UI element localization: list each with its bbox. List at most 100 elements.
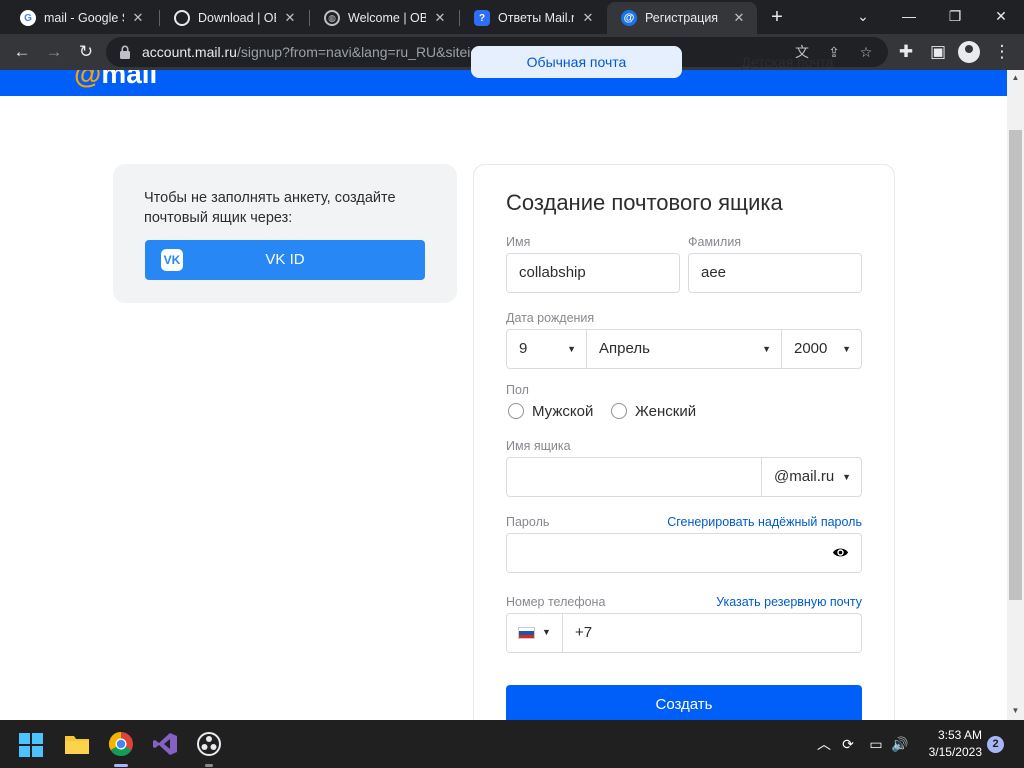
tab-title: Ответы Mail.ru [498, 11, 574, 25]
globe-icon: ◍ [324, 10, 340, 26]
vk-id-button-label: VK ID [265, 251, 305, 268]
scrollbar-thumb[interactable] [1009, 130, 1022, 600]
generate-password-link[interactable]: Сгенерировать надёжный пароль [667, 515, 862, 529]
close-icon[interactable]: ✕ [282, 10, 298, 26]
lock-icon [120, 45, 130, 59]
mailbox-input[interactable] [506, 457, 762, 497]
close-icon[interactable]: ✕ [432, 10, 448, 26]
russia-flag-icon[interactable] [518, 627, 535, 639]
mail-domain-select[interactable]: @mail.ru ▼ [761, 457, 862, 497]
profile-avatar[interactable] [958, 41, 980, 63]
vk-hint-text: Чтобы не заполнять анкету, создайте почт… [144, 190, 396, 226]
volume-icon[interactable]: 🔊 [890, 734, 910, 754]
tab-registration[interactable]: @ Регистрация ✕ [607, 2, 757, 34]
backup-email-link[interactable]: Указать резервную почту [716, 595, 862, 609]
birth-month-value: Апрель [599, 340, 650, 357]
logo-at: @ [74, 70, 102, 89]
new-tab-button[interactable]: + [764, 5, 790, 31]
google-icon: G [20, 10, 36, 26]
tab-search-icon[interactable]: ⌄ [840, 0, 886, 32]
tab-kids-mail[interactable]: Детская почта [682, 46, 893, 78]
scroll-down-arrow[interactable]: ▼ [1009, 705, 1022, 717]
caret-down-icon: ▼ [842, 344, 851, 354]
phone-divider [562, 613, 563, 653]
otvety-icon: ? [474, 10, 490, 26]
password-input[interactable] [506, 533, 862, 573]
create-button[interactable]: Создать [506, 685, 862, 720]
extensions-icon[interactable]: ✚ [892, 38, 920, 66]
chrome-icon[interactable] [108, 731, 134, 757]
phone-input[interactable]: +7 [506, 613, 862, 653]
network-icon[interactable]: ▭ [866, 734, 886, 754]
tab-obs-download[interactable]: Download | OBS ✕ [160, 2, 308, 34]
minimize-button[interactable]: — [886, 0, 932, 32]
last-name-label: Фамилия [688, 235, 742, 249]
tab-strip: G mail - Google Se ✕ Download | OBS ✕ ◍ … [0, 0, 1024, 34]
tab-google[interactable]: G mail - Google Se ✕ [6, 2, 156, 34]
mailru-at-icon: @ [621, 10, 637, 26]
visual-studio-icon[interactable] [152, 731, 178, 757]
windows-start-icon[interactable] [19, 733, 43, 757]
scroll-up-arrow[interactable]: ▲ [1009, 72, 1022, 84]
tab-title: Регистрация [645, 11, 719, 25]
flag-stripe [519, 634, 534, 638]
close-icon[interactable]: ✕ [580, 10, 596, 26]
birth-day-select[interactable]: 9 ▼ [506, 329, 587, 369]
caret-down-icon[interactable]: ▼ [542, 627, 551, 637]
close-icon[interactable]: ✕ [130, 10, 146, 26]
reload-button[interactable]: ↻ [72, 38, 100, 66]
close-icon[interactable]: ✕ [731, 10, 747, 26]
restore-button[interactable]: ❐ [932, 0, 978, 32]
tab-regular-mail[interactable]: Обычная почта [471, 46, 682, 78]
gender-female-radio[interactable]: Женский [611, 401, 696, 421]
radio-circle-icon [508, 403, 524, 419]
tab-title: Welcome | OBS [348, 11, 426, 25]
eye-icon[interactable] [832, 544, 849, 561]
phone-label: Номер телефона [506, 595, 606, 609]
active-app-indicator [114, 764, 128, 767]
show-hidden-icons-chevron[interactable]: ︿ [814, 734, 834, 754]
gender-female-label: Женский [635, 402, 697, 420]
last-name-input[interactable]: aee [688, 253, 862, 293]
notification-badge[interactable]: 2 [987, 736, 1004, 753]
phone-prefix: +7 [575, 624, 593, 641]
birth-year-value: 2000 [794, 340, 828, 357]
mail-domain-value: @mail.ru [774, 468, 835, 485]
obs-studio-icon[interactable] [196, 731, 222, 757]
close-window-button[interactable]: ✕ [978, 0, 1024, 32]
tab-title: Download | OBS [198, 11, 276, 25]
menu-icon[interactable]: ⋮ [988, 38, 1016, 66]
caret-down-icon: ▼ [842, 472, 851, 482]
back-button[interactable]: ← [8, 38, 36, 66]
file-explorer-icon[interactable] [64, 732, 90, 756]
first-name-input[interactable]: collabship [506, 253, 680, 293]
tab-otvety[interactable]: ? Ответы Mail.ru ✕ [460, 2, 606, 34]
windows-taskbar: ︿ ⟳ ▭ 🔊 3:53 AM 3/15/2023 2 [0, 720, 1024, 768]
first-name-label: Имя [506, 235, 531, 249]
password-label: Пароль [506, 515, 550, 529]
birth-day-value: 9 [519, 340, 528, 357]
vk-id-button[interactable]: VK VK ID [145, 240, 425, 280]
system-clock[interactable]: 3:53 AM 3/15/2023 [918, 727, 982, 761]
birth-year-select[interactable]: 2000 ▼ [781, 329, 862, 369]
forward-button[interactable]: → [40, 38, 68, 66]
gender-male-radio[interactable]: Мужской [508, 401, 593, 421]
tab-title: mail - Google Se [44, 11, 124, 25]
birth-month-select[interactable]: Апрель ▼ [586, 329, 782, 369]
obs-tray-icon[interactable]: ⟳ [838, 734, 858, 754]
birth-date-label: Дата рождения [506, 311, 595, 325]
mailru-logo[interactable]: @mail [74, 70, 157, 90]
gender-label: Пол [506, 383, 529, 397]
caret-down-icon: ▼ [762, 344, 771, 354]
running-app-indicator [205, 764, 213, 767]
caret-down-icon: ▼ [567, 344, 576, 354]
url-host: account.mail.ru [142, 44, 237, 60]
form-title: Создание почтового ящика [506, 190, 783, 215]
clock-time: 3:53 AM [937, 728, 982, 742]
obs-icon [174, 10, 190, 26]
radio-circle-icon [611, 403, 627, 419]
vk-signup-card: Чтобы не заполнять анкету, создайте почт… [113, 164, 457, 303]
side-panel-icon[interactable]: ▣ [924, 38, 952, 66]
vk-logo-icon: VK [161, 249, 183, 271]
tab-obs-welcome[interactable]: ◍ Welcome | OBS ✕ [310, 2, 458, 34]
